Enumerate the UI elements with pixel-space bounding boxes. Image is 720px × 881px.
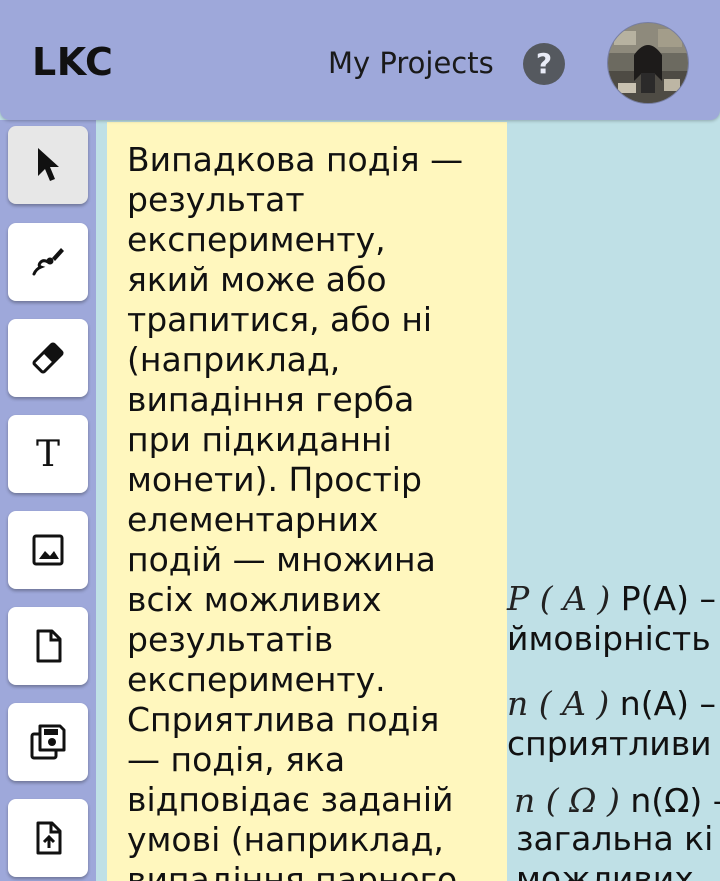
canvas-text-line[interactable]: загальна кі <box>516 819 713 859</box>
my-projects-link[interactable]: My Projects <box>328 46 494 80</box>
sticky-note[interactable]: Випадкова подія — результат експерименту… <box>107 122 507 881</box>
image-tool-button[interactable] <box>8 511 88 589</box>
avatar-image <box>608 23 688 103</box>
help-icon[interactable]: ? <box>523 43 565 85</box>
note-text[interactable]: Випадкова подія — результат експерименту… <box>127 140 497 881</box>
upload-file-icon <box>36 821 62 855</box>
upload-button[interactable] <box>8 799 88 877</box>
draw-tool-button[interactable] <box>8 223 88 301</box>
cursor-arrow-icon <box>38 148 59 181</box>
eraser-icon <box>32 342 64 374</box>
brush-icon <box>32 248 64 276</box>
text-tool-button[interactable]: T <box>8 415 88 493</box>
canvas-text-line[interactable]: ймовірність <box>507 619 711 659</box>
canvas-text-line[interactable]: можливих <box>516 859 694 881</box>
text-icon: T <box>35 433 60 475</box>
file-icon <box>36 629 62 663</box>
formula-line-probability[interactable]: P ( A ) P(A) – <box>507 579 716 619</box>
math-total: n ( Ω ) <box>514 781 620 820</box>
save-button[interactable] <box>8 703 88 781</box>
formula-line-total[interactable]: n ( Ω ) n(Ω) – <box>514 781 720 821</box>
math-favorable: n ( A ) <box>507 684 610 723</box>
new-page-button[interactable] <box>8 607 88 685</box>
top-app-bar: LKC My Projects ? <box>0 0 720 120</box>
image-icon <box>32 534 64 566</box>
text-probability: P(A) – <box>610 579 716 618</box>
save-icon <box>30 724 66 760</box>
eraser-tool-button[interactable] <box>8 319 88 397</box>
formula-line-favorable[interactable]: n ( A ) n(A) – <box>507 684 716 724</box>
app-logo: LKC <box>32 40 114 84</box>
math-probability: P ( A ) <box>507 579 611 618</box>
text-total: n(Ω) – <box>619 781 720 820</box>
text-favorable: n(A) – <box>609 684 717 723</box>
avatar[interactable] <box>608 23 688 103</box>
tool-sidebar: T <box>0 120 96 881</box>
select-tool-button[interactable] <box>8 126 88 204</box>
canvas-text-line[interactable]: сприятливи <box>507 724 712 764</box>
